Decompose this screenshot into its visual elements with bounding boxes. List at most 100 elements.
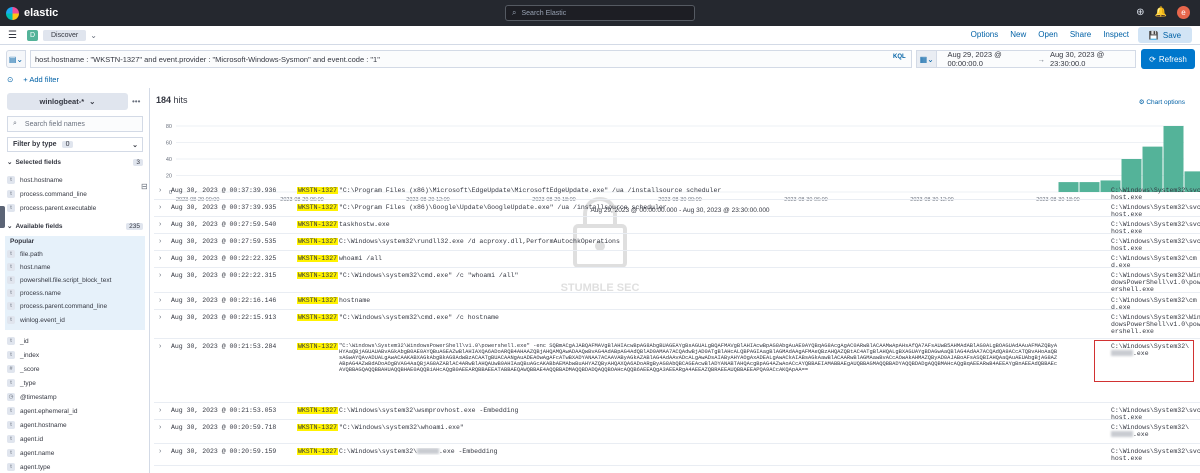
parent-tail: .exe (1133, 350, 1149, 357)
row-hostname: WKSTN-1327 (297, 343, 339, 350)
available-fields-title: Available fields (15, 222, 63, 230)
sidebar-resize-handle[interactable] (0, 206, 5, 228)
redacted-text (417, 448, 440, 455)
expand-row-icon[interactable]: › (159, 255, 161, 262)
calendar-icon[interactable]: ▦⌄ (917, 51, 938, 67)
row-timestamp: Aug 30, 2023 @ 00:37:39.935 (171, 204, 277, 211)
field-item[interactable]: t _type (7, 377, 143, 389)
inspect-link[interactable]: Inspect (1103, 30, 1129, 39)
index-pattern-selector[interactable]: winlogbeat-* ⌄ (7, 93, 128, 110)
open-link[interactable]: Open (1038, 30, 1058, 39)
more-options-icon[interactable]: ••• (132, 97, 140, 106)
menu-icon[interactable]: ☰ (8, 30, 17, 41)
saved-query-menu-icon[interactable]: ▤⌄ (6, 50, 26, 68)
expand-row-icon[interactable]: › (159, 238, 161, 245)
global-search-input[interactable]: ⌕ Search Elastic (505, 5, 695, 21)
refresh-icon: ⟳ (1149, 54, 1156, 64)
expand-row-icon[interactable]: › (159, 297, 161, 304)
filter-options-icon[interactable]: ⊙ (7, 75, 13, 84)
expand-row-icon[interactable]: › (159, 272, 161, 279)
expand-row-icon[interactable]: › (159, 448, 161, 455)
expand-row-icon[interactable]: › (159, 424, 161, 431)
expand-row-icon[interactable]: › (159, 187, 161, 194)
command-text: C:\Windows\system32\ (339, 448, 418, 455)
field-item[interactable]: t agent.type (7, 461, 143, 473)
field-item[interactable]: t agent.name (7, 447, 143, 459)
table-row[interactable]: › Aug 30, 2023 @ 00:37:39.935 WKSTN-1327 "C… (154, 200, 1200, 218)
table-row[interactable]: › Aug 30, 2023 @ 00:20:59.718 WKSTN-1327 "C… (154, 420, 1200, 444)
add-filter-link[interactable]: + Add filter (23, 75, 59, 84)
field-search-input[interactable]: ⌕ Search field names (7, 116, 143, 132)
field-item[interactable]: # _score (7, 363, 143, 375)
notifications-icon[interactable]: 🔔 (1155, 7, 1167, 18)
help-icon[interactable]: ⊕ (1136, 7, 1144, 18)
chart-options-button[interactable]: ⚙ Chart options (1139, 98, 1185, 106)
table-row[interactable]: › Aug 30, 2023 @ 00:21:53.053 WKSTN-1327 C:… (154, 403, 1200, 421)
field-item[interactable]: t agent.hostname (7, 419, 143, 431)
field-item[interactable]: t agent.ephemeral_id (7, 405, 143, 417)
date-to[interactable]: Aug 30, 2023 @ 23:30:00.0 (1050, 50, 1135, 68)
field-item[interactable]: t host.name (7, 261, 143, 273)
field-name: process.parent.executable (20, 204, 97, 212)
row-timestamp: Aug 30, 2023 @ 00:27:59.540 (171, 221, 277, 228)
field-item[interactable]: t _index (7, 349, 143, 361)
collapse-sidebar-icon[interactable]: ⊟ (141, 182, 151, 192)
row-hostname: WKSTN-1327 (297, 255, 339, 262)
refresh-button[interactable]: ⟳ Refresh (1141, 49, 1195, 69)
field-item[interactable]: t powershell.file.script_block_text (7, 274, 143, 286)
expand-row-icon[interactable]: › (159, 343, 161, 350)
date-from[interactable]: Aug 29, 2023 @ 00:00:00.0 (947, 50, 1032, 68)
space-avatar[interactable]: D (26, 29, 38, 41)
field-item[interactable]: t process.name (7, 287, 143, 299)
field-item[interactable]: t file.path (7, 248, 143, 260)
field-item[interactable]: ◷ @timestamp (7, 391, 143, 403)
number-type-icon: # (7, 365, 15, 373)
y-tick-label: 60 (166, 141, 172, 147)
table-row[interactable]: › Aug 30, 2023 @ 00:22:22.315 WKSTN-1327 "C… (154, 268, 1200, 293)
table-row[interactable]: › Aug 30, 2023 @ 00:27:59.535 WKSTN-1327 C:… (154, 234, 1200, 252)
table-row[interactable]: › Aug 30, 2023 @ 00:27:59.540 WKSTN-1327 ta… (154, 217, 1200, 235)
parent-text: C:\Windows\System32\cmd.exe (1111, 255, 1197, 269)
brand-name: elastic (24, 7, 59, 19)
new-link[interactable]: New (1010, 30, 1026, 39)
elastic-logo[interactable]: elastic (6, 6, 59, 20)
field-item[interactable]: t process.command_line (7, 188, 143, 200)
field-item[interactable]: t winlog.event_id (7, 314, 143, 326)
table-row[interactable]: › Aug 30, 2023 @ 00:22:15.913 WKSTN-1327 "C… (154, 310, 1200, 339)
row-timestamp: Aug 30, 2023 @ 00:27:59.535 (171, 238, 277, 245)
filter-by-type-button[interactable]: Filter by type 0 ⌄ (7, 137, 143, 152)
field-item[interactable]: t process.parent.command_line (7, 300, 143, 312)
parent-text: C:\Windows\System32\WindowsPowerShell\v1… (1111, 272, 1200, 293)
string-type-icon: t (7, 407, 15, 415)
save-icon: 💾 (1148, 30, 1159, 40)
date-picker[interactable]: ▦⌄ Aug 29, 2023 @ 00:00:00.0 → Aug 30, 2… (916, 50, 1136, 68)
chevron-down-icon[interactable]: ⌄ (90, 31, 97, 40)
table-row[interactable]: › Aug 30, 2023 @ 00:21:53.284 WKSTN-1327 "C… (154, 339, 1200, 403)
expand-row-icon[interactable]: › (159, 204, 161, 211)
expand-row-icon[interactable]: › (159, 407, 161, 414)
row-parent-executable: C:\Windows\System32\cmd.exe (1111, 297, 1200, 311)
parent-tail: .exe (1133, 431, 1149, 438)
share-link[interactable]: Share (1070, 30, 1091, 39)
table-row[interactable]: › Aug 30, 2023 @ 00:20:59.159 WKSTN-1327 C:… (154, 444, 1200, 466)
selected-fields-header[interactable]: ⌄ Selected fields 3 (7, 158, 143, 166)
field-item[interactable]: t host.hostname (7, 174, 143, 186)
save-button[interactable]: 💾 Save (1138, 27, 1192, 43)
query-input[interactable]: host.hostname : "WKSTN-1327" and event.p… (30, 50, 912, 68)
row-timestamp: Aug 30, 2023 @ 00:22:22.325 (171, 255, 277, 262)
breadcrumb-discover[interactable]: Discover (42, 29, 87, 41)
field-name: agent.id (20, 435, 44, 443)
field-item[interactable]: t _id (7, 335, 143, 347)
kql-toggle[interactable]: KQL (893, 54, 906, 60)
field-item[interactable]: t process.parent.executable (7, 202, 143, 214)
table-row[interactable]: › Aug 30, 2023 @ 00:22:16.146 WKSTN-1327 ho… (154, 293, 1200, 311)
field-item[interactable]: t agent.id (7, 433, 143, 445)
available-fields-header[interactable]: ⌄ Available fields 235 (7, 222, 143, 230)
expand-row-icon[interactable]: › (159, 221, 161, 228)
parent-text: C:\Windows\System32\svchost.exe (1111, 238, 1200, 252)
table-row[interactable]: › Aug 30, 2023 @ 00:37:39.936 WKSTN-1327 "C… (154, 183, 1200, 201)
table-row[interactable]: › Aug 30, 2023 @ 00:22:22.325 WKSTN-1327 wh… (154, 251, 1200, 269)
options-link[interactable]: Options (971, 30, 999, 39)
expand-row-icon[interactable]: › (159, 314, 161, 321)
user-avatar[interactable]: e (1177, 6, 1190, 19)
